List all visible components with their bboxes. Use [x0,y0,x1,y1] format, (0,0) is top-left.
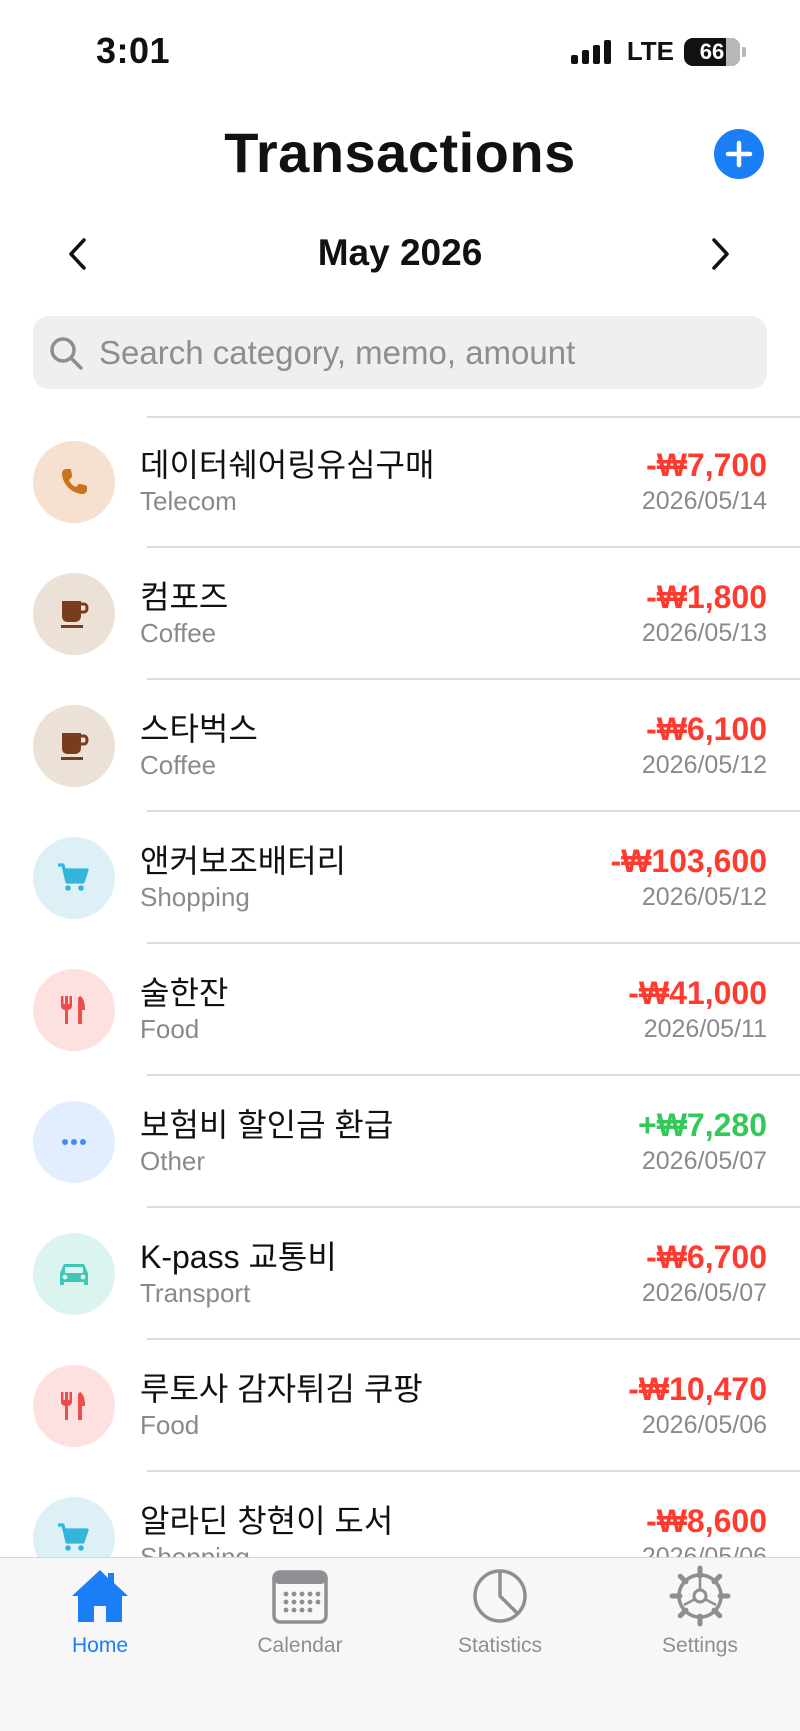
transaction-amount: -₩103,600 [610,843,767,879]
transaction-title: 앤커보조배터리 [140,843,347,879]
coffee-icon [61,733,89,760]
network-label: LTE [626,36,674,66]
transaction-amount: -₩8,600 [646,1503,767,1539]
transaction-category: Coffee [140,618,217,648]
transaction-category: Shopping [140,882,250,912]
add-transaction-button[interactable] [714,129,764,179]
chevron-right-icon [712,238,729,270]
category-avatar [33,1101,115,1183]
transaction-amount: -₩1,800 [646,579,767,615]
battery-level: 66 [699,38,725,64]
transaction-amount: +₩7,280 [638,1107,767,1143]
next-month-button[interactable] [702,232,738,276]
transaction-title: 루토사 감자튀김 쿠팡 [140,1371,423,1407]
tab-calendar[interactable]: Calendar [200,1564,400,1684]
month-navigation: May 2026 [0,222,800,286]
category-avatar [33,969,115,1051]
transaction-amount: -₩6,700 [646,1239,767,1275]
transaction-date: 2026/05/12 [641,883,767,911]
home-icon [72,1570,128,1622]
transaction-list[interactable]: 데이터쉐어링유심구매 Telecom -₩7,700 2026/05/14 컴포… [0,416,800,1557]
category-avatar [33,573,115,655]
transaction-row[interactable]: 데이터쉐어링유심구매 Telecom -₩7,700 2026/05/14 [0,416,800,548]
transaction-date: 2026/05/07 [641,1279,767,1307]
transaction-row[interactable]: 술한잔 Food -₩41,000 2026/05/11 [0,944,800,1076]
tab-bar: Home Calendar Statistics Settings [0,1557,800,1731]
transaction-category: Food [140,1014,200,1044]
category-avatar [33,705,115,787]
tab-statistics[interactable]: Statistics [400,1564,600,1684]
utensils-icon [61,1392,85,1420]
category-avatar [33,1233,115,1315]
tab-label: Settings [662,1634,738,1657]
status-time: 3:01 [96,30,171,71]
cart-icon [58,863,89,891]
transaction-row[interactable]: 스타벅스 Coffee -₩6,100 2026/05/12 [0,680,800,812]
transaction-category: Shopping [140,1542,250,1557]
gear-icon [669,1565,731,1627]
transaction-amount: -₩10,470 [628,1371,767,1407]
car-icon [60,1264,88,1285]
transaction-date: 2026/05/11 [643,1015,767,1043]
transaction-title: K-pass 교통비 [140,1239,337,1275]
transaction-category: Other [140,1146,206,1176]
battery-icon: 66 [684,37,740,66]
plus-icon [725,140,753,168]
transaction-date: 2026/05/06 [641,1411,767,1439]
cart-icon [58,1523,89,1551]
transaction-title: 보험비 할인금 환급 [140,1107,394,1143]
transaction-amount: -₩6,100 [646,711,767,747]
category-avatar [33,1497,115,1557]
transaction-category: Telecom [140,486,237,516]
transaction-date: 2026/05/06 [641,1543,767,1557]
transaction-date: 2026/05/13 [641,619,767,647]
status-indicators: LTE 66 [570,36,746,67]
utensils-icon [61,996,85,1024]
transaction-row[interactable]: 보험비 할인금 환급 Other +₩7,280 2026/05/07 [0,1076,800,1208]
transaction-row[interactable]: 컴포즈 Coffee -₩1,800 2026/05/13 [0,548,800,680]
month-label: May 2026 [317,232,483,273]
transaction-category: Food [140,1410,200,1440]
transaction-row[interactable]: 알라딘 창현이 도서 Shopping -₩8,600 2026/05/06 [0,1472,800,1557]
signal-icon [570,39,611,64]
transaction-title: 술한잔 [140,975,229,1011]
transaction-amount: -₩7,700 [646,447,767,483]
phone-icon [62,469,87,494]
transaction-date: 2026/05/12 [641,751,767,779]
more-icon [62,1139,86,1145]
calendar-icon [272,1570,328,1624]
page-title: Transactions [224,121,576,184]
transaction-title: 알라딘 창현이 도서 [140,1503,394,1539]
transaction-date: 2026/05/07 [641,1147,767,1175]
transaction-category: Transport [140,1278,251,1308]
transaction-title: 스타벅스 [140,711,258,747]
category-avatar [33,441,115,523]
tab-label: Home [71,1634,129,1657]
category-avatar [33,837,115,919]
coffee-icon [61,601,89,628]
transaction-row[interactable]: 루토사 감자튀김 쿠팡 Food -₩10,470 2026/05/06 [0,1340,800,1472]
transaction-title: 컴포즈 [140,579,229,615]
transaction-title: 데이터쉐어링유심구매 [140,447,435,483]
transaction-date: 2026/05/14 [641,487,767,515]
pie-chart-icon [473,1569,527,1623]
status-bar: 3:01 LTE 66 [0,0,800,100]
tab-settings[interactable]: Settings [600,1564,800,1684]
search-bar[interactable] [33,316,767,389]
tab-label: Statistics [457,1634,543,1657]
tab-label: Calendar [257,1634,343,1657]
transaction-amount: -₩41,000 [628,975,767,1011]
transaction-row[interactable]: K-pass 교통비 Transport -₩6,700 2026/05/07 [0,1208,800,1340]
search-icon [50,336,83,370]
transaction-category: Coffee [140,750,217,780]
search-input[interactable] [99,333,739,372]
transaction-row[interactable]: 앤커보조배터리 Shopping -₩103,600 2026/05/12 [0,812,800,944]
category-avatar [33,1365,115,1447]
tab-home[interactable]: Home [0,1564,200,1684]
